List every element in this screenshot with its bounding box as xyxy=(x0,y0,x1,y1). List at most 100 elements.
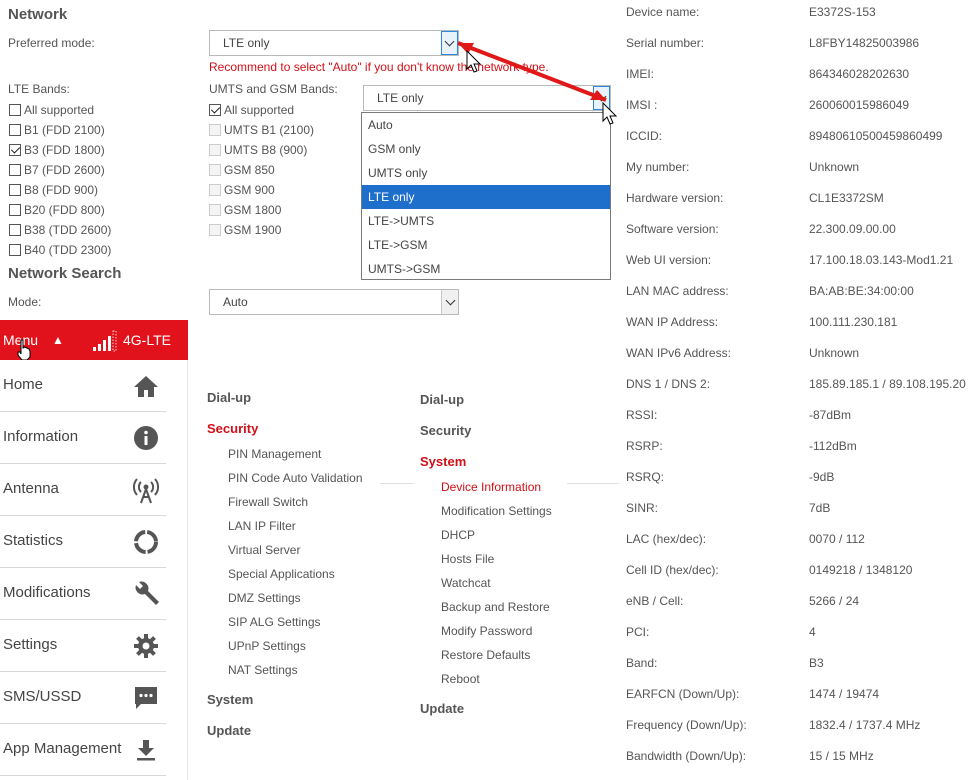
lte-band-option[interactable]: B3 (FDD 1800) xyxy=(9,142,105,158)
device-info-value: Unknown xyxy=(809,160,860,174)
sidebar-item-app-management[interactable]: App Management xyxy=(0,724,166,776)
hand-cursor-icon xyxy=(17,339,31,361)
lte-band-option[interactable]: B40 (TDD 2300) xyxy=(9,242,111,258)
device-info-value: L8FBY14825003986 xyxy=(809,36,920,50)
system-submenu-item[interactable]: Backup and Restore xyxy=(441,600,550,614)
sidebar-item-home[interactable]: Home xyxy=(0,360,166,412)
security-submenu-item[interactable]: LAN IP Filter xyxy=(228,519,296,533)
sidebar-item-label: SMS/USSD xyxy=(3,688,82,705)
lte-band-option[interactable]: B20 (FDD 800) xyxy=(9,202,105,218)
sidebar-item-information[interactable]: Information xyxy=(0,412,166,464)
system-submenu-item[interactable]: DHCP xyxy=(441,528,475,542)
checkbox[interactable] xyxy=(9,144,21,156)
lte-band-label: B8 (FDD 900) xyxy=(24,183,99,197)
nav-update-2[interactable]: Update xyxy=(420,701,464,716)
divider xyxy=(567,483,619,484)
checkbox xyxy=(209,144,221,156)
system-submenu-item[interactable]: Reboot xyxy=(441,672,480,686)
nav-security[interactable]: Security xyxy=(207,421,258,436)
lte-band-option[interactable]: B7 (FDD 2600) xyxy=(9,162,105,178)
dropdown-option[interactable]: LTE->GSM xyxy=(362,233,610,257)
umts-gsm-band-label: GSM 1800 xyxy=(224,203,282,217)
checkbox[interactable] xyxy=(9,104,21,116)
security-submenu-item[interactable]: Virtual Server xyxy=(228,543,300,557)
device-info-label: Software version: xyxy=(626,222,719,236)
sidebar-item-label: Home xyxy=(3,376,44,393)
sidebar-item-modifications[interactable]: Modifications xyxy=(0,568,166,620)
dropdown-option[interactable]: GSM only xyxy=(362,137,610,161)
nav-security-2[interactable]: Security xyxy=(420,423,471,438)
nav-system[interactable]: System xyxy=(207,692,253,707)
device-info-value: CL1E3372SM xyxy=(809,191,884,205)
device-info-value: 5266 / 24 xyxy=(809,594,860,608)
sidebar-item-sms-ussd[interactable]: SMS/USSD xyxy=(0,672,166,724)
mouse-cursor-icon xyxy=(466,50,482,73)
system-submenu-item[interactable]: Watchcat xyxy=(441,576,491,590)
search-mode-value: Auto xyxy=(223,295,248,309)
umts-gsm-band-option: GSM 1800 xyxy=(209,202,281,218)
dropdown-option[interactable]: LTE only xyxy=(362,185,610,209)
checkbox[interactable] xyxy=(9,224,21,236)
dropdown-option[interactable]: UMTS->GSM xyxy=(362,257,610,281)
lte-band-label: B40 (TDD 2300) xyxy=(24,243,112,257)
umts-gsm-band-option: GSM 1900 xyxy=(209,222,281,238)
nav-dialup[interactable]: Dial-up xyxy=(207,390,251,405)
device-info-label: Serial number: xyxy=(626,36,705,50)
security-submenu-item[interactable]: DMZ Settings xyxy=(228,591,301,605)
dropdown-option[interactable]: UMTS only xyxy=(362,161,610,185)
system-submenu-item[interactable]: Hosts File xyxy=(441,552,494,566)
device-info-value: 864346028202630 xyxy=(809,67,910,81)
checkbox xyxy=(209,224,221,236)
search-mode-select[interactable]: Auto xyxy=(209,289,459,315)
sidebar-menu: Home Information Antenna Statistics Modi… xyxy=(0,360,188,780)
umts-gsm-band-label: GSM 1900 xyxy=(224,223,282,237)
security-submenu-item[interactable]: NAT Settings xyxy=(228,663,298,677)
device-info-value: Unknown xyxy=(809,346,860,360)
security-submenu-item[interactable]: PIN Management xyxy=(228,447,321,461)
lte-band-option[interactable]: All supported xyxy=(9,102,94,118)
lte-band-option[interactable]: B8 (FDD 900) xyxy=(9,182,98,198)
sidebar-item-settings[interactable]: Settings xyxy=(0,620,166,672)
sidebar-item-antenna[interactable]: Antenna xyxy=(0,464,166,516)
security-submenu-item[interactable]: UPnP Settings xyxy=(228,639,306,653)
nav-system-2[interactable]: System xyxy=(420,454,466,469)
system-submenu-item[interactable]: Device Information xyxy=(441,480,541,494)
nav-update[interactable]: Update xyxy=(207,723,251,738)
security-submenu-item[interactable]: Special Applications xyxy=(228,567,335,581)
device-info-label: PCI: xyxy=(626,625,650,639)
security-submenu-item[interactable]: SIP ALG Settings xyxy=(228,615,321,629)
sidebar-item-label: Modifications xyxy=(3,584,91,601)
checkbox[interactable] xyxy=(209,104,221,116)
chevron-down-icon[interactable] xyxy=(441,290,458,314)
sidebar-item-statistics[interactable]: Statistics xyxy=(0,516,166,568)
preferred-mode-select[interactable]: LTE only xyxy=(209,30,459,56)
mode-dropdown-list[interactable]: Auto GSM only UMTS only LTE only LTE->UMTS LT… xyxy=(361,112,611,280)
system-submenu-item[interactable]: Modify Password xyxy=(441,624,532,638)
wrench-icon xyxy=(132,580,160,608)
dropdown-option[interactable]: LTE->UMTS xyxy=(362,209,610,233)
checkbox[interactable] xyxy=(9,124,21,136)
device-info-label: Device name: xyxy=(626,5,700,19)
nav-dialup-2[interactable]: Dial-up xyxy=(420,392,464,407)
device-info-value: B3 xyxy=(809,656,824,670)
umts-gsm-band-option: UMTS B1 (2100) xyxy=(209,122,314,138)
system-submenu-item[interactable]: Modification Settings xyxy=(441,504,552,518)
security-submenu-item[interactable]: Firewall Switch xyxy=(228,495,308,509)
system-submenu-item[interactable]: Restore Defaults xyxy=(441,648,530,662)
checkbox[interactable] xyxy=(9,204,21,216)
menu-toggle-arrow-icon[interactable]: ▲ xyxy=(52,333,64,347)
security-submenu-item[interactable]: PIN Code Auto Validation xyxy=(228,471,363,485)
checkbox[interactable] xyxy=(9,244,21,256)
download-icon xyxy=(132,736,160,764)
lte-band-option[interactable]: B1 (FDD 2100) xyxy=(9,122,105,138)
device-info-label: RSRQ: xyxy=(626,470,665,484)
checkbox[interactable] xyxy=(9,164,21,176)
network-title: Network xyxy=(8,6,68,23)
checkbox[interactable] xyxy=(9,184,21,196)
device-info-value: 17.100.18.03.143-Mod1.21 xyxy=(809,253,954,267)
device-info-label: RSSI: xyxy=(626,408,658,422)
umts-gsm-band-option: GSM 900 xyxy=(209,182,275,198)
umts-gsm-band-option[interactable]: All supported xyxy=(209,102,294,118)
annotation-arrow xyxy=(457,41,607,102)
lte-band-option[interactable]: B38 (TDD 2600) xyxy=(9,222,111,238)
